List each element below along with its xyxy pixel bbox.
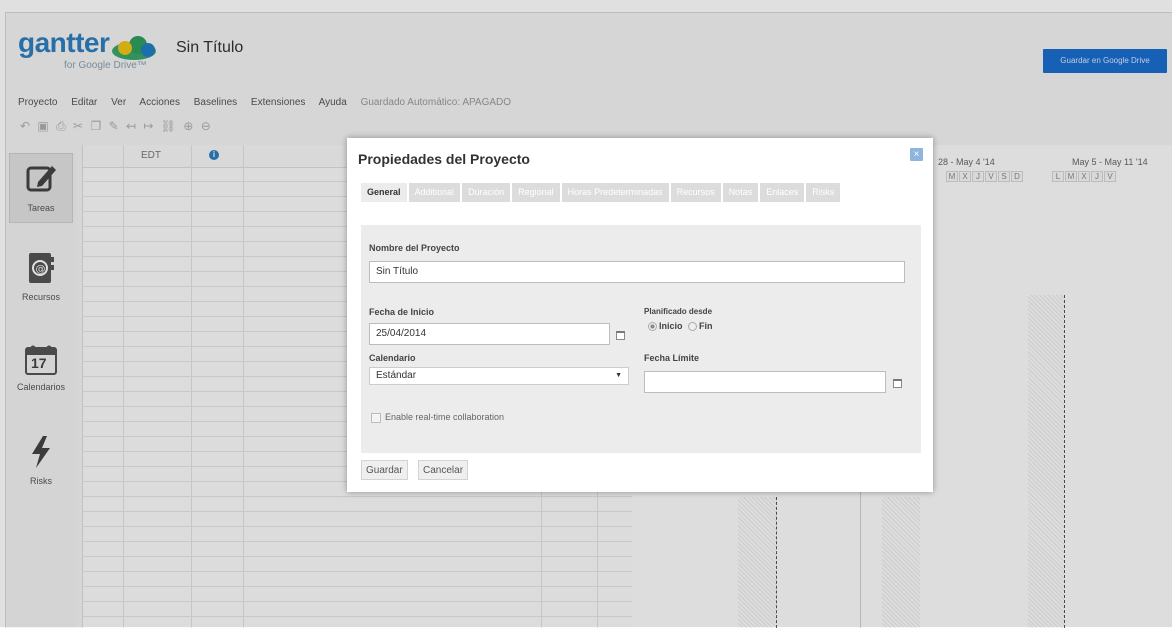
calendar-label: Calendario: [369, 353, 416, 363]
deadline-input[interactable]: [644, 371, 886, 393]
calendar-select[interactable]: Estándar ▼: [369, 367, 629, 385]
radio-fin[interactable]: [688, 322, 698, 332]
start-date-label: Fecha de Inicio: [369, 307, 435, 317]
collaboration-checkbox-row[interactable]: Enable real-time collaboration: [371, 412, 504, 423]
chevron-down-icon: ▼: [615, 372, 622, 379]
calendar-icon[interactable]: [893, 379, 902, 388]
tab-general[interactable]: General: [361, 183, 407, 202]
save-button[interactable]: Guardar: [361, 460, 408, 480]
dialog-title: Propiedades del Proyecto: [358, 151, 530, 167]
tab-recursos[interactable]: Recursos: [670, 183, 721, 202]
start-date-input[interactable]: 25/04/2014: [369, 323, 610, 345]
radio-inicio[interactable]: [648, 322, 657, 332]
deadline-label: Fecha Límite: [644, 353, 700, 363]
dialog-tabs: General Additional Duración Regional Horas P…: [361, 182, 921, 204]
radio-fin-label: Fin: [699, 321, 713, 331]
tab-horas-predeterminadas[interactable]: Horas Predeterminadas: [561, 183, 669, 202]
tab-enlaces[interactable]: Enlaces: [760, 183, 805, 202]
tab-regional[interactable]: Regional: [512, 183, 560, 202]
tab-notas[interactable]: Notas: [722, 183, 759, 202]
tab-additional[interactable]: Additional: [408, 183, 461, 202]
project-name-input[interactable]: Sin Título: [369, 261, 905, 283]
close-icon[interactable]: ×: [910, 148, 923, 161]
collaboration-checkbox[interactable]: [371, 412, 381, 423]
planned-from-label: Planificado desde: [644, 307, 713, 316]
radio-group-planned: Inicio Fin: [648, 321, 713, 332]
radio-inicio-label: Inicio: [659, 321, 683, 331]
project-properties-dialog: Propiedades del Proyecto × General Additi…: [347, 138, 933, 492]
collaboration-label: Enable real-time collaboration: [385, 412, 505, 422]
cancel-button[interactable]: Cancelar: [418, 460, 469, 480]
calendar-icon[interactable]: [616, 331, 625, 340]
tab-duracion[interactable]: Duración: [462, 183, 511, 202]
project-name-label: Nombre del Proyecto: [369, 243, 460, 253]
tab-risks[interactable]: Risks: [806, 183, 841, 202]
general-panel: Nombre del Proyecto Sin Título Fecha de …: [361, 225, 921, 453]
calendar-select-value: Estándar: [376, 370, 417, 381]
